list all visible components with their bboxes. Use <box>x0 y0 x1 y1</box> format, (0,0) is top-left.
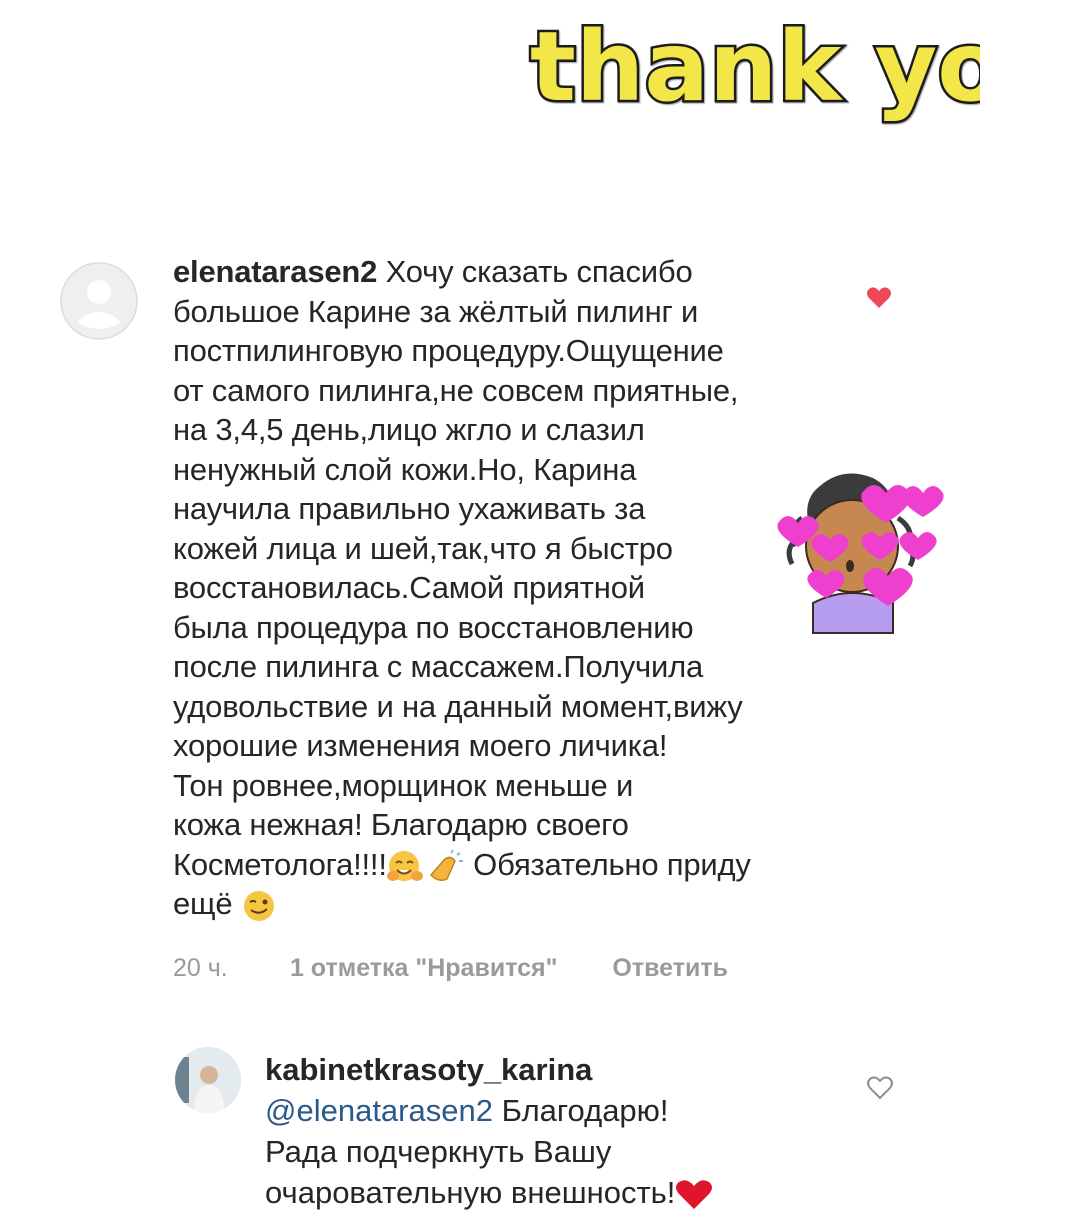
comment-time: 20 ч. <box>173 954 228 982</box>
mention-link[interactable]: @elenatarasen2 <box>265 1093 493 1128</box>
comment-line: ещё <box>173 886 233 921</box>
reply-text: kabinetkrasoty_karina @elenatarasen2 Бла… <box>265 1049 713 1213</box>
comment-line: научила правильно ухаживать за <box>173 491 646 526</box>
comment-line: постпилинговую процедуру.Ощущение <box>173 333 724 368</box>
reply-line: очаровательную внешность! <box>265 1175 676 1210</box>
comment-line: Обязательно приду <box>473 846 751 882</box>
reply-line: Рада подчеркнуть Вашу <box>265 1134 612 1169</box>
reply-button[interactable]: Ответить <box>612 954 728 983</box>
comment-line: восстановилась.Самой приятной <box>173 570 645 605</box>
comment-username[interactable]: elenatarasen2 <box>173 254 377 289</box>
comment-line: ненужный слой кожи.Но, Карина <box>173 451 637 487</box>
default-avatar-icon[interactable] <box>60 262 138 340</box>
hugging-face-icon <box>386 851 423 882</box>
heart-filled-icon[interactable] <box>866 286 892 310</box>
comment-meta: 20 ч. 1 отметка "Нравится" Ответить <box>173 954 728 983</box>
girl-sticker <box>777 473 944 634</box>
comment-line: Тон ровнее,морщинок меньше и <box>173 767 634 803</box>
thank-you-title: thank you <box>528 9 981 126</box>
winking-face-icon <box>243 890 274 921</box>
comment-line: на 3,4,5 день,лицо жгло и слазил <box>173 412 645 447</box>
heart-outline-icon[interactable] <box>866 1075 894 1101</box>
comment-line: была процедура по восстановлению <box>173 609 694 645</box>
comment-likes[interactable]: 1 отметка "Нравится" <box>290 954 558 983</box>
comment-line: Хочу сказать спасибо <box>385 254 693 289</box>
comment-text: elenatarasen2 Хочу сказать спасибо больш… <box>173 252 853 924</box>
comment-line: после пилинга с массажем.Получила <box>173 649 704 684</box>
comment-line: большое Карине за жёлтый пилинг и <box>173 293 699 329</box>
reply-line: Благодарю! <box>501 1093 669 1128</box>
comment-line: кожей лица и шей,так,что я быстро <box>173 530 673 566</box>
comment-line: кожа нежная! Благодарю своего <box>173 807 629 842</box>
clapping-hands-icon <box>429 849 463 882</box>
red-heart-icon <box>676 1180 713 1209</box>
comment-line: Косметолога!!!! <box>173 846 387 882</box>
comment-line: от самого пилинга,не совсем приятные, <box>173 372 739 408</box>
avatar[interactable] <box>175 1047 241 1113</box>
comment-line: удовольствие и на данный момент,вижу <box>173 688 743 724</box>
svg-text:thank you: thank you <box>530 11 980 123</box>
reply-username[interactable]: kabinetkrasoty_karina <box>265 1049 713 1090</box>
comment-line: хорошие изменения моего личика! <box>173 728 668 763</box>
